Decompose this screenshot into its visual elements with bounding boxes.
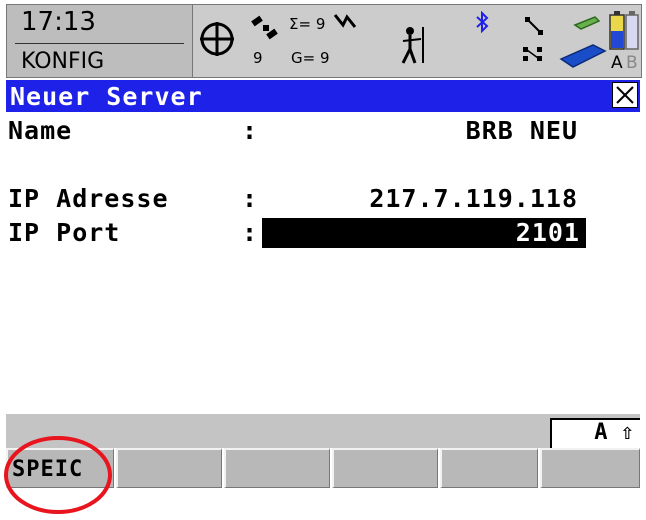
position-target-icon xyxy=(200,22,234,56)
link-icon xyxy=(525,17,543,35)
input-mode-indicator: A ⇧ xyxy=(550,418,640,448)
field-colon: : xyxy=(242,184,258,213)
gps-sat-count: 9 xyxy=(253,49,263,67)
clock-divider xyxy=(15,43,184,44)
ip-port-input[interactable]: 2101 xyxy=(262,218,586,248)
field-value-name[interactable]: BRB NEU xyxy=(466,116,578,145)
status-bar: 17:13 KONFIG 9 Σ= 9 G= 9 A B xyxy=(0,0,646,79)
softkey-f5[interactable] xyxy=(440,448,538,488)
field-label-ip-port: IP Port xyxy=(8,218,121,247)
radio-icon xyxy=(523,47,542,61)
signal-icon xyxy=(333,14,357,28)
clock-panel: 17:13 KONFIG xyxy=(6,4,193,78)
field-colon: : xyxy=(242,218,258,247)
field-value-ip-address[interactable]: 217.7.119.118 xyxy=(369,184,578,213)
bluetooth-icon xyxy=(476,11,489,33)
surveyor-icon xyxy=(401,27,424,64)
field-row-ip-address[interactable]: IP Adresse : 217.7.119.118 xyxy=(8,184,640,216)
memory-card-icon xyxy=(559,16,607,68)
softkey-f2[interactable] xyxy=(116,448,222,488)
satellite-icon xyxy=(251,15,278,40)
field-row-name[interactable]: Name : BRB NEU xyxy=(8,116,640,148)
field-row-ip-port[interactable]: IP Port : 2101 xyxy=(8,218,640,250)
battery-b-label: B xyxy=(626,53,638,73)
softkey-f6[interactable] xyxy=(540,448,640,488)
close-icon xyxy=(616,86,634,104)
battery-a-icon xyxy=(609,11,625,50)
softkey-f1-save[interactable]: SPEIC xyxy=(6,448,114,488)
softkey-f4[interactable] xyxy=(332,448,438,488)
field-label-ip-address: IP Adresse xyxy=(8,184,169,213)
input-mode-label: A ⇧ xyxy=(594,420,634,445)
field-value-ip-port: 2101 xyxy=(515,218,580,247)
softkey-f3[interactable] xyxy=(224,448,330,488)
softkey-label: SPEIC xyxy=(12,457,84,482)
total-sat-count: Σ= 9 xyxy=(289,15,326,33)
status-strip xyxy=(6,414,640,448)
close-button[interactable] xyxy=(612,82,638,108)
mode-label: KONFIG xyxy=(21,49,105,74)
field-colon: : xyxy=(242,116,258,145)
clock-time: 17:13 xyxy=(21,7,96,37)
battery-b-icon xyxy=(625,11,639,50)
dialog-title-bar: Neuer Server xyxy=(6,80,640,112)
dialog-title: Neuer Server xyxy=(10,82,203,111)
status-icons-panel: 9 Σ= 9 G= 9 A B xyxy=(192,4,642,78)
field-label-name: Name xyxy=(8,116,73,145)
battery-a-label: A xyxy=(611,53,623,73)
glonass-sat-count: G= 9 xyxy=(291,49,330,67)
